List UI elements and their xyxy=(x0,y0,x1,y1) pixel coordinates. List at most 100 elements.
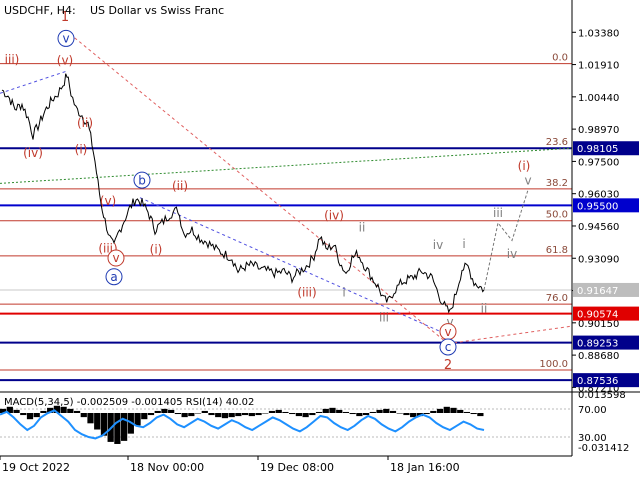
level-label: 76.0 xyxy=(546,293,568,304)
wave-label: v xyxy=(62,32,69,46)
macd-bar xyxy=(363,413,370,416)
macd-bar xyxy=(114,413,121,444)
macd-bar xyxy=(356,413,363,417)
level-label: 23.6 xyxy=(546,137,568,148)
wave-label: ii xyxy=(359,220,366,234)
wave-label: (v) xyxy=(100,194,116,208)
indicator-label: MACD(5,34,5) -0.002509 -0.001405 RSI(14)… xyxy=(4,397,254,408)
macd-bar xyxy=(463,411,471,413)
wave-label: v xyxy=(112,251,119,265)
price-tick-label: 0.94560 xyxy=(578,222,619,233)
macd-bar xyxy=(450,407,457,413)
macd-bar xyxy=(40,410,47,413)
macd-bar xyxy=(141,413,148,420)
macd-bar xyxy=(477,413,484,417)
wave-label: (iv) xyxy=(23,146,43,160)
wave-label: (ii) xyxy=(172,179,188,193)
macd-bar xyxy=(134,413,141,426)
macd-bar xyxy=(188,413,195,417)
macd-bar xyxy=(403,413,410,416)
macd-bar xyxy=(275,409,282,413)
time-tick-label: 18 Nov 00:00 xyxy=(130,461,204,474)
price-tag-label: 0.87536 xyxy=(577,376,618,387)
macd-bar xyxy=(194,413,202,414)
chart-header-symbol: USDCHF, H4: xyxy=(4,4,76,17)
macd-bar xyxy=(457,409,464,413)
macd-bar xyxy=(168,409,175,413)
macd-bar xyxy=(262,413,269,414)
price-tick-label: 0.88680 xyxy=(578,351,619,362)
macd-bar xyxy=(94,413,101,430)
macd-bar xyxy=(336,409,343,413)
price-tag-label: 0.89253 xyxy=(577,339,618,350)
macd-bar xyxy=(268,410,276,413)
indicator-tick-label: -0.031412 xyxy=(578,443,629,454)
macd-bar xyxy=(161,408,168,413)
macd-bar xyxy=(121,413,128,441)
price-tick-label: 1.03380 xyxy=(578,28,619,39)
macd-bar xyxy=(154,410,161,413)
macd-bar xyxy=(376,409,383,413)
wave-label: (i) xyxy=(75,143,88,157)
price-tag-label: 0.98105 xyxy=(577,144,618,155)
wave-label: c xyxy=(445,340,452,354)
wave-label: iv xyxy=(507,247,517,261)
level-label: 38.2 xyxy=(546,178,568,189)
macd-bar xyxy=(181,413,188,418)
wave-label: v xyxy=(444,325,451,339)
wave-label: iii xyxy=(493,206,503,220)
macd-bar xyxy=(349,413,356,415)
level-label: 0.0 xyxy=(552,53,568,64)
macd-bar xyxy=(282,411,289,413)
macd-bar xyxy=(329,407,336,413)
macd-bar xyxy=(228,413,235,418)
wave-label: b xyxy=(138,173,146,187)
macd-bar xyxy=(80,413,87,418)
price-tag-label: 0.90574 xyxy=(577,310,618,321)
macd-bar xyxy=(430,410,437,413)
wave-label: i xyxy=(342,285,345,299)
macd-bar xyxy=(289,413,296,415)
macd-bar xyxy=(255,413,262,416)
wave-label: (i) xyxy=(150,242,163,256)
macd-bar xyxy=(342,411,350,413)
price-tag-label: 0.95500 xyxy=(577,201,618,212)
price-tick-label: 1.00440 xyxy=(578,93,619,104)
macd-bar xyxy=(443,406,450,413)
macd-bar xyxy=(302,413,309,418)
wave-label: (v) xyxy=(57,54,73,68)
macd-bar xyxy=(383,408,390,413)
wave-label: ii xyxy=(481,302,488,316)
macd-bar xyxy=(221,413,229,419)
wave-label: (iv) xyxy=(324,208,344,222)
macd-bar xyxy=(315,411,323,413)
macd-bar xyxy=(309,413,316,416)
macd-bar xyxy=(396,413,403,414)
macd-bar xyxy=(73,410,81,413)
price-tick-label: 0.93090 xyxy=(578,254,619,265)
wave-label: iii) xyxy=(5,52,20,66)
macd-bar xyxy=(87,413,94,424)
wave-label: (i) xyxy=(518,159,531,173)
macd-bar xyxy=(26,413,34,420)
wave-label: iii xyxy=(379,311,389,325)
wave-label: v xyxy=(524,173,531,187)
price-pane-background xyxy=(0,0,572,392)
macd-bar xyxy=(33,413,40,418)
current-price-tag-label: 0.91647 xyxy=(577,286,618,297)
macd-bar xyxy=(147,413,155,416)
price-tick-label: 0.97500 xyxy=(578,157,619,168)
price-tick-label: 1.01910 xyxy=(578,61,619,72)
wave-label: iv xyxy=(433,238,443,252)
time-tick-label: 18 Jan 16:00 xyxy=(390,461,460,474)
macd-bar xyxy=(174,413,181,415)
price-pane: 0.023.638.250.061.876.0100.0 1v(v)iii)(i… xyxy=(0,0,573,392)
macd-bar xyxy=(20,413,27,416)
macd-bar xyxy=(295,413,302,417)
level-label: 50.0 xyxy=(546,210,568,221)
macd-bar xyxy=(389,410,397,413)
macd-bar xyxy=(208,413,215,416)
macd-bar xyxy=(201,410,208,413)
macd-bar xyxy=(436,408,444,413)
macd-bar xyxy=(13,409,20,413)
